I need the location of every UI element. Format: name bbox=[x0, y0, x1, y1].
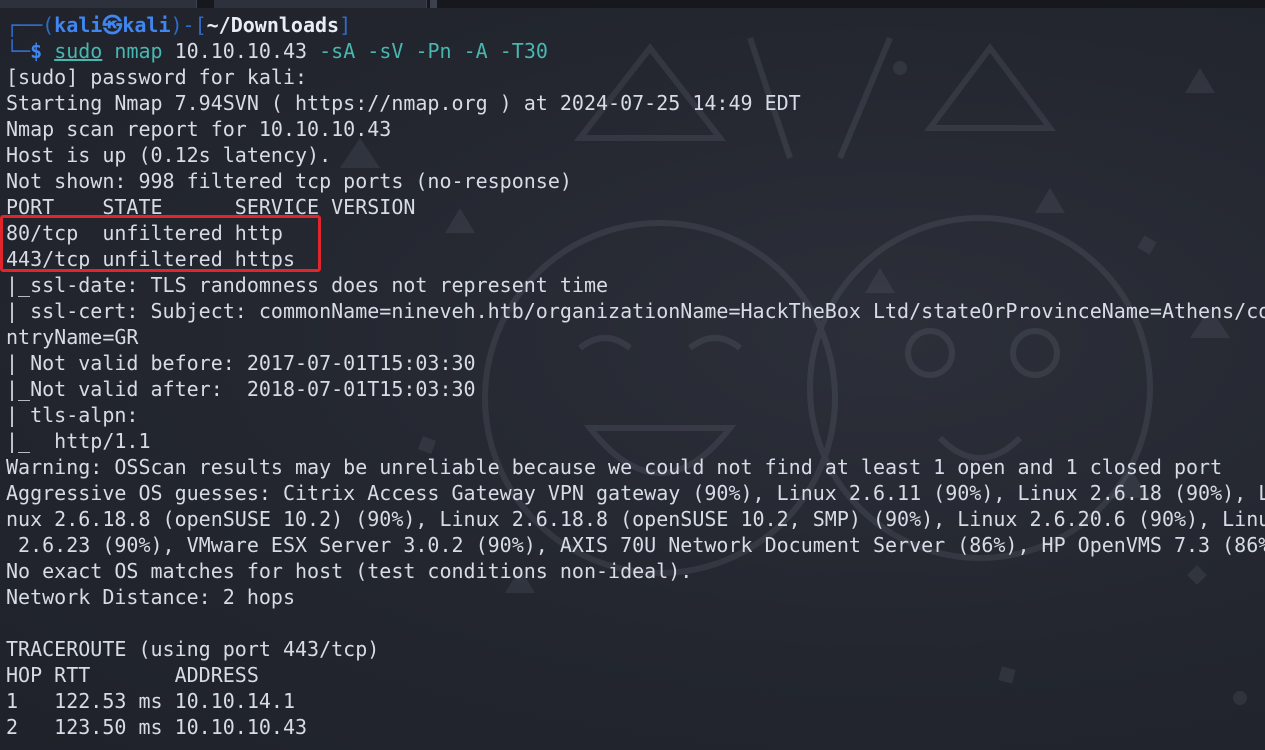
command-flags: -sA -sV -Pn -A -T30 bbox=[307, 39, 548, 63]
output-line: Warning: OSScan results may be unreliabl… bbox=[6, 455, 1223, 479]
output-line: |_ http/1.1 bbox=[6, 429, 151, 453]
output-line: nux 2.6.18.8 (openSUSE 10.2) (90%), Linu… bbox=[6, 507, 1265, 531]
prompt-frame-close: ] bbox=[339, 13, 352, 37]
output-line: Nmap scan report for 10.10.10.43 bbox=[6, 117, 392, 141]
traceroute-row: 1 122.53 ms 10.10.14.1 bbox=[6, 689, 295, 713]
prompt-dollar: $ bbox=[30, 39, 55, 63]
output-line: Not shown: 998 filtered tcp ports (no-re… bbox=[6, 169, 572, 193]
output-line: [sudo] password for kali: bbox=[6, 65, 308, 89]
output-line: Aggressive OS guesses: Citrix Access Gat… bbox=[6, 481, 1265, 505]
tab-bar bbox=[0, 0, 1265, 8]
prompt-frame-open: ┌──( bbox=[6, 13, 55, 37]
command-sudo: sudo bbox=[54, 39, 103, 63]
prompt-corner: └─ bbox=[6, 39, 31, 63]
output-line: Host is up (0.12s latency). bbox=[6, 143, 332, 167]
output-line: Starting Nmap 7.94SVN ( https://nmap.org… bbox=[6, 91, 801, 115]
command-line[interactable]: └─$ sudo nmap 10.10.10.43 -sA -sV -Pn -A… bbox=[6, 38, 1265, 64]
output-line: Network Distance: 2 hops bbox=[6, 585, 295, 609]
traceroute-row: 2 123.50 ms 10.10.10.43 bbox=[6, 715, 308, 739]
output-line: |_ssl-date: TLS randomness does not repr… bbox=[6, 273, 609, 297]
output-line: TRACEROUTE (using port 443/tcp) bbox=[6, 637, 380, 661]
terminal-window[interactable]: ┌──(kali㉿kali)-[~/Downloads] └─$ sudo nm… bbox=[0, 0, 1265, 750]
traceroute-header: HOP RTT ADDRESS bbox=[6, 663, 259, 687]
output-line: | Not valid before: 2017-07-01T15:03:30 bbox=[6, 351, 476, 375]
output-line: ntryName=GR bbox=[6, 325, 139, 349]
port-row-80: 80/tcp unfiltered http bbox=[6, 221, 283, 245]
prompt-directory: ~/Downloads bbox=[206, 13, 340, 37]
new-tab-button[interactable] bbox=[430, 0, 437, 8]
output-line: No exact OS matches for host (test condi… bbox=[6, 559, 693, 583]
skull-icon: ㉿ bbox=[102, 13, 123, 37]
prompt-host: kali bbox=[122, 13, 171, 37]
port-row-443: 443/tcp unfiltered https bbox=[6, 247, 295, 271]
output-line: | tls-alpn: bbox=[6, 403, 139, 427]
prompt-header-line: ┌──(kali㉿kali)-[~/Downloads] bbox=[6, 12, 1265, 38]
tab-2[interactable] bbox=[214, 0, 427, 8]
ports-table-header: PORT STATE SERVICE VERSION bbox=[6, 195, 416, 219]
prompt-user: kali bbox=[54, 13, 103, 37]
tab-1[interactable] bbox=[0, 0, 197, 8]
terminal-output[interactable]: ┌──(kali㉿kali)-[~/Downloads] └─$ sudo nm… bbox=[6, 12, 1265, 740]
command-nmap: nmap bbox=[102, 39, 163, 63]
output-line: 2.6.23 (90%), VMware ESX Server 3.0.2 (9… bbox=[6, 533, 1265, 557]
output-line: | ssl-cert: Subject: commonName=nineveh.… bbox=[6, 299, 1265, 323]
prompt-frame-mid: )-[ bbox=[170, 13, 207, 37]
output-line: |_Not valid after: 2018-07-01T15:03:30 bbox=[6, 377, 476, 401]
command-target-ip: 10.10.10.43 bbox=[162, 39, 308, 63]
